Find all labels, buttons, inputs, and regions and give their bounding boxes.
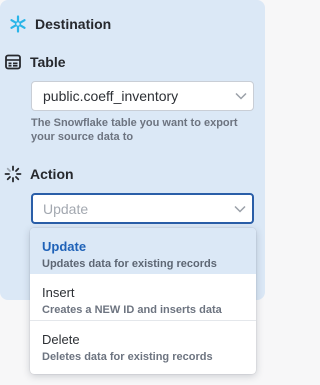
destination-heading: Destination bbox=[35, 16, 112, 32]
action-option-delete[interactable]: Delete Deletes data for existing records bbox=[30, 321, 256, 367]
action-option-update[interactable]: Update Updates data for existing records bbox=[30, 228, 256, 274]
option-label: Delete bbox=[42, 332, 80, 347]
action-select[interactable]: Update bbox=[31, 193, 254, 224]
table-hint: The Snowflake table you want to export y… bbox=[31, 117, 238, 143]
option-description: Creates a NEW ID and inserts data bbox=[42, 304, 222, 316]
action-heading: Action bbox=[30, 166, 74, 182]
action-select-placeholder: Update bbox=[43, 200, 89, 217]
chevron-down-icon bbox=[228, 195, 252, 222]
loading-spinner-icon bbox=[3, 164, 23, 184]
snowflake-icon bbox=[8, 14, 28, 34]
table-header: Table bbox=[3, 52, 66, 72]
action-header: Action bbox=[3, 164, 74, 184]
table-heading: Table bbox=[30, 54, 66, 70]
action-option-insert[interactable]: Insert Creates a NEW ID and inserts data bbox=[30, 274, 256, 320]
option-label: Insert bbox=[42, 285, 75, 300]
option-description: Updates data for existing records bbox=[42, 258, 217, 270]
table-icon bbox=[3, 52, 23, 72]
action-dropdown-menu: Update Updates data for existing records… bbox=[30, 228, 256, 374]
option-label: Update bbox=[42, 239, 87, 254]
option-description: Deletes data for existing records bbox=[42, 351, 213, 363]
destination-header: Destination bbox=[8, 14, 111, 34]
table-select[interactable]: public.coeff_inventory bbox=[31, 81, 254, 111]
table-select-value: public.coeff_inventory bbox=[43, 88, 179, 104]
chevron-down-icon bbox=[229, 82, 253, 110]
